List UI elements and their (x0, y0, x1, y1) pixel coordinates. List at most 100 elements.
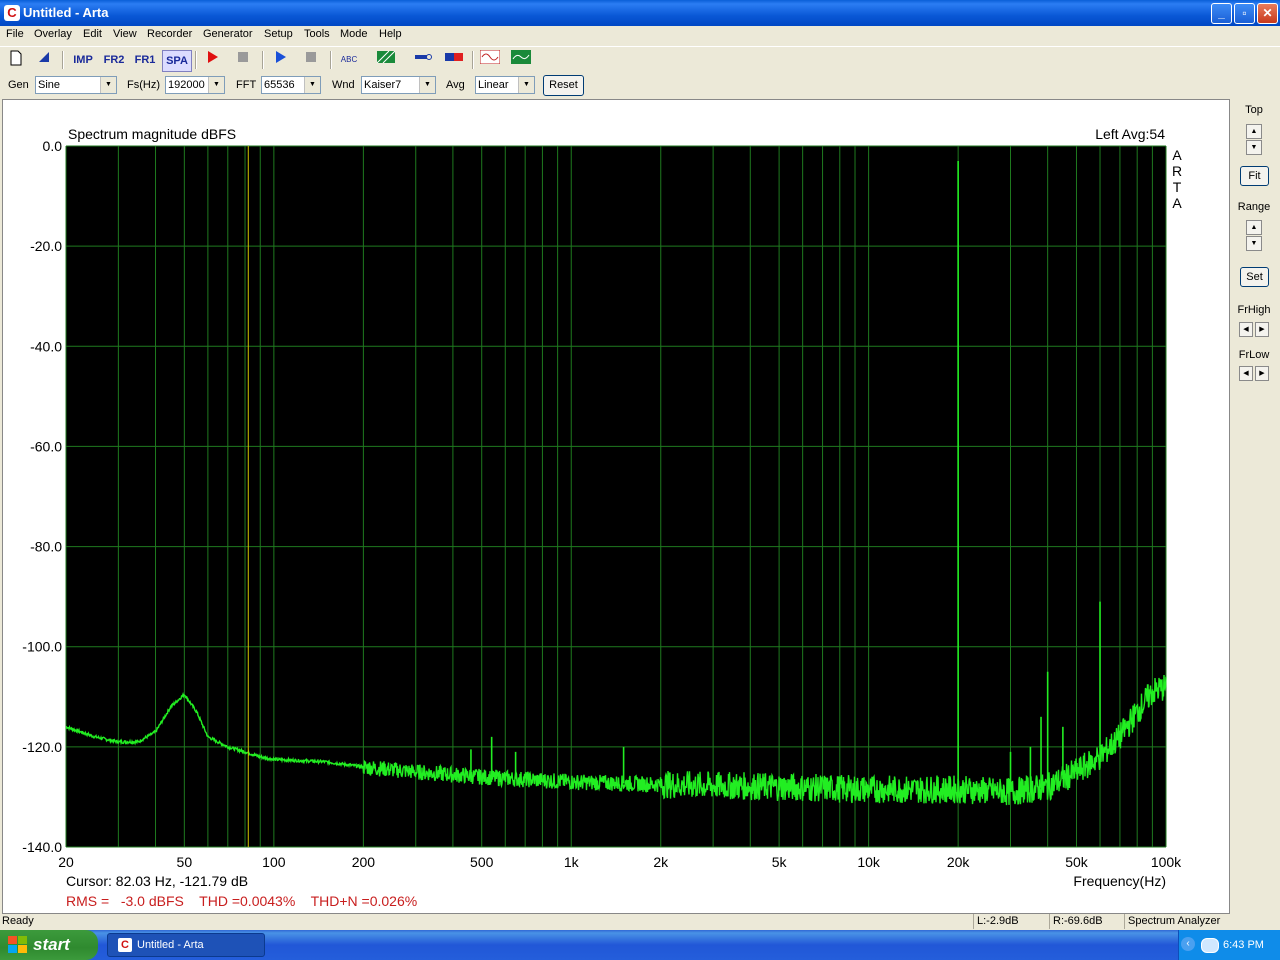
toolbar: IMP FR2 FR1 SPA ABC (0, 46, 1280, 73)
chevron-down-icon[interactable]: ▼ (518, 77, 534, 93)
frhigh-right-arrow-icon[interactable]: ▶ (1255, 322, 1269, 337)
wnd-value: Kaiser7 (364, 79, 402, 91)
fit-button[interactable]: Fit (1240, 166, 1269, 186)
status-left-level: L:-2.9dB (973, 914, 1047, 929)
minimize-button[interactable]: _ (1211, 3, 1232, 24)
app-icon: C (4, 5, 20, 21)
wnd-select[interactable]: Kaiser7 ▼ (361, 76, 436, 94)
x-tick-label: 500 (470, 854, 494, 870)
y-tick-label: -20.0 (30, 238, 62, 254)
fs-value: 192000 (168, 79, 205, 91)
chevron-down-icon[interactable]: ▼ (419, 77, 435, 93)
x-tick-label: 100k (1151, 854, 1182, 870)
set-button[interactable]: Set (1240, 267, 1269, 287)
side-label-letter: T (1173, 179, 1182, 195)
frlow-left-arrow-icon[interactable]: ◀ (1239, 366, 1253, 381)
x-tick-label: 200 (352, 854, 376, 870)
toolbar-separator (262, 51, 264, 69)
side-label-letter: A (1172, 195, 1182, 211)
menu-overlay[interactable]: Overlay (34, 28, 72, 40)
fr2-mode-button[interactable]: FR2 (101, 50, 127, 70)
status-ready: Ready (2, 915, 34, 927)
avg-label: Avg (446, 79, 465, 91)
menu-edit[interactable]: Edit (83, 28, 102, 40)
title-bar[interactable]: C Untitled - Arta _ ▫ ✕ (0, 0, 1280, 26)
plot-title: Spectrum magnitude dBFS (68, 126, 236, 142)
toolbar-separator (62, 51, 64, 69)
toolbar-separator (330, 51, 332, 69)
gen-value: Sine (38, 79, 61, 91)
gen-select[interactable]: Sine ▼ (35, 76, 117, 94)
menu-setup[interactable]: Setup (264, 28, 293, 40)
chevron-down-icon[interactable]: ▼ (208, 77, 224, 93)
top-up-arrow-icon[interactable]: ▲ (1246, 124, 1262, 139)
x-tick-label: 50 (177, 854, 193, 870)
x-tick-label: 20k (947, 854, 971, 870)
x-tick-label: 100 (262, 854, 286, 870)
y-tick-label: -60.0 (30, 438, 62, 454)
abc-icon[interactable]: ABC (337, 50, 361, 70)
x-tick-label: 10k (857, 854, 881, 870)
toolbar-separator (195, 51, 197, 69)
imp-mode-button[interactable]: IMP (70, 50, 96, 70)
range-label: Range (1237, 201, 1271, 213)
x-tick-label: 5k (772, 854, 788, 870)
generator-stop-icon[interactable] (300, 50, 322, 70)
range-up-arrow-icon[interactable]: ▲ (1246, 220, 1262, 235)
menu-mode[interactable]: Mode (340, 28, 368, 40)
reset-button[interactable]: Reset (543, 75, 584, 96)
taskbar-item-arta[interactable]: C Untitled - Arta (107, 933, 265, 957)
fft-select[interactable]: 65536 ▼ (261, 76, 321, 94)
avg-select[interactable]: Linear ▼ (475, 76, 535, 94)
fr1-mode-button[interactable]: FR1 (132, 50, 158, 70)
x-tick-label: 2k (653, 854, 669, 870)
network-icon[interactable] (1201, 938, 1219, 953)
spectrum-scope-icon[interactable] (510, 50, 532, 70)
wnd-label: Wnd (332, 79, 355, 91)
chevron-down-icon[interactable]: ▼ (100, 77, 116, 93)
cursor-readout: Cursor: 82.03 Hz, -121.79 dB (66, 873, 248, 889)
spectrum-chart[interactable]: Spectrum magnitude dBFS Left Avg:54 0.0 -… (0, 99, 1230, 914)
hatch-icon[interactable] (375, 50, 397, 70)
control-bar: Gen Sine ▼ Fs(Hz) 192000 ▼ FFT 65536 ▼ W… (0, 72, 1280, 98)
top-down-arrow-icon[interactable]: ▼ (1246, 140, 1262, 155)
frlow-label: FrLow (1238, 349, 1270, 361)
y-tick-label: -140.0 (22, 839, 62, 855)
gen-label: Gen (8, 79, 29, 91)
window-title: Untitled - Arta (23, 5, 109, 20)
toolbar-separator (472, 51, 474, 69)
y-tick-label: -40.0 (30, 338, 62, 354)
menu-recorder[interactable]: Recorder (147, 28, 192, 40)
menu-help[interactable]: Help (379, 28, 402, 40)
record-play-icon[interactable] (202, 50, 224, 70)
close-button[interactable]: ✕ (1257, 3, 1278, 24)
menu-generator[interactable]: Generator (203, 28, 253, 40)
menu-view[interactable]: View (113, 28, 137, 40)
start-label: start (33, 935, 70, 954)
new-file-icon[interactable] (5, 50, 27, 70)
open-file-icon[interactable] (33, 50, 55, 70)
menu-file[interactable]: File (6, 28, 24, 40)
chevron-down-icon[interactable]: ▼ (304, 77, 320, 93)
frhigh-left-arrow-icon[interactable]: ◀ (1239, 322, 1253, 337)
plot-area[interactable] (66, 146, 1166, 847)
start-button[interactable]: start (0, 930, 98, 960)
oscilloscope-icon[interactable] (479, 49, 501, 70)
fs-select[interactable]: 192000 ▼ (165, 76, 225, 94)
generator-play-icon[interactable] (270, 50, 292, 70)
taskbar-item-label: Untitled - Arta (137, 939, 204, 951)
frlow-right-arrow-icon[interactable]: ▶ (1255, 366, 1269, 381)
tray-expand-icon[interactable]: ‹ (1181, 937, 1195, 951)
menu-bar: File Overlay Edit View Recorder Generato… (0, 26, 1280, 46)
status-bar: Ready L:-2.9dB R:-69.6dB Spectrum Analyz… (0, 914, 1280, 930)
menu-tools[interactable]: Tools (304, 28, 330, 40)
calibration-icon[interactable] (412, 50, 434, 70)
spa-mode-button[interactable]: SPA (162, 50, 192, 72)
maximize-button[interactable]: ▫ (1234, 3, 1255, 24)
side-label-letter: R (1172, 163, 1182, 179)
range-down-arrow-icon[interactable]: ▼ (1246, 236, 1262, 251)
app-icon: C (118, 938, 132, 952)
y-tick-label: -100.0 (22, 639, 62, 655)
record-stop-icon[interactable] (232, 50, 254, 70)
level-meter-icon[interactable] (443, 50, 465, 70)
